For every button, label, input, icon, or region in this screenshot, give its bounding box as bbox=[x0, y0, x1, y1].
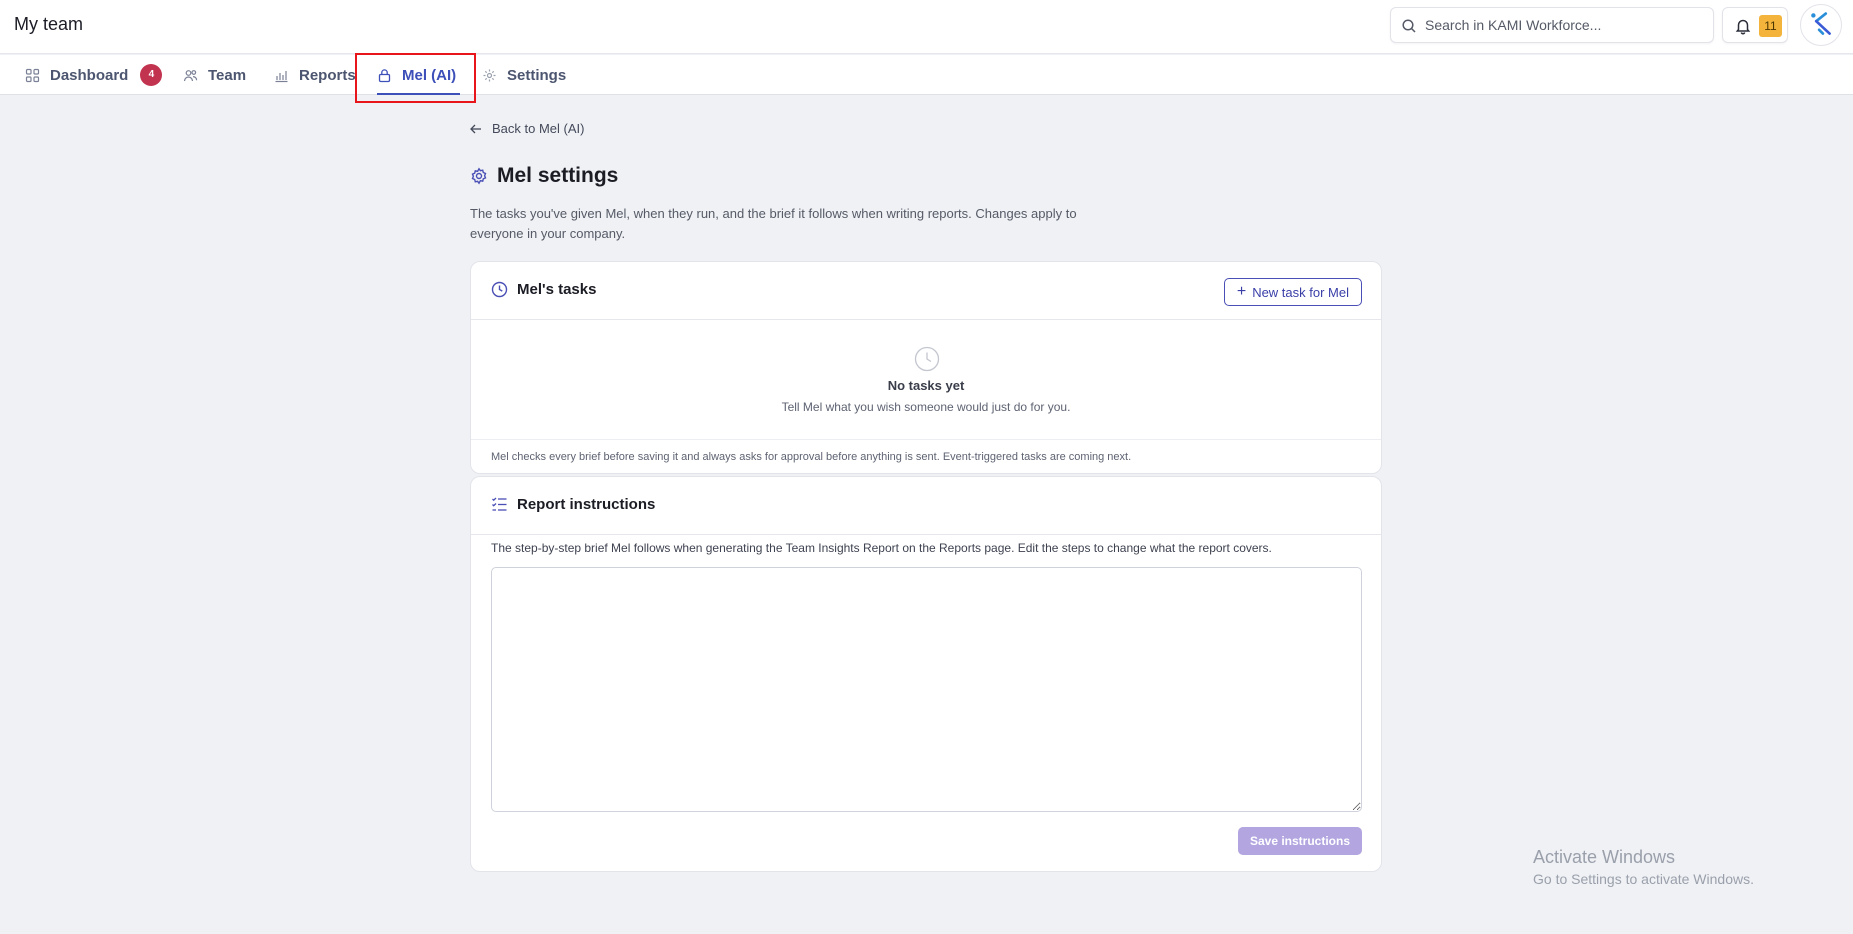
back-link-label: Back to Mel (AI) bbox=[492, 121, 585, 136]
instructions-card-title-text: Report instructions bbox=[517, 496, 656, 513]
dashboard-badge: 4 bbox=[140, 64, 163, 86]
tab-team[interactable]: Team bbox=[183, 55, 246, 95]
new-task-button-label: New task for Mel bbox=[1252, 284, 1349, 300]
page-title-text: Mel settings bbox=[497, 164, 619, 187]
empty-state-title: No tasks yet bbox=[887, 378, 965, 393]
page-title: Mel settings bbox=[470, 164, 618, 188]
save-instructions-button[interactable]: Save instructions bbox=[1237, 827, 1362, 855]
search-input[interactable] bbox=[1425, 14, 1705, 36]
tab-mel-ai-label: Mel (AI) bbox=[402, 66, 457, 84]
tasks-card-title: Mel's tasks bbox=[491, 281, 596, 298]
tasks-card-title-text: Mel's tasks bbox=[517, 281, 597, 298]
tasks-card-footer: Mel checks every brief before saving it … bbox=[471, 439, 1381, 474]
grid-icon bbox=[25, 68, 40, 82]
instructions-card-header: Report instructions bbox=[471, 477, 1381, 535]
instructions-card: Report instructions The step-by-step bri… bbox=[470, 476, 1382, 872]
tab-team-label: Team bbox=[208, 66, 247, 84]
tab-settings[interactable]: Settings bbox=[482, 55, 566, 95]
empty-clock-icon bbox=[914, 346, 940, 372]
nav-bar: Dashboard 4 Team Reports Mel (AI) Settin… bbox=[0, 55, 1853, 95]
top-bar: My team 11 bbox=[0, 0, 1853, 54]
notification-count: 11 bbox=[1759, 15, 1782, 37]
tab-reports[interactable]: Reports bbox=[274, 55, 356, 95]
tab-settings-label: Settings bbox=[507, 66, 567, 84]
tab-dashboard-label: Dashboard bbox=[50, 66, 129, 84]
page-heading: My team bbox=[14, 14, 84, 34]
chart-icon bbox=[275, 70, 288, 82]
checklist-icon bbox=[492, 497, 507, 511]
watermark-line1: Activate Windows bbox=[1533, 847, 1676, 867]
back-link[interactable]: Back to Mel (AI) bbox=[469, 121, 584, 136]
tab-dashboard[interactable]: Dashboard 4 bbox=[25, 55, 163, 95]
tasks-card: Mel's tasks + New task for Mel No tasks … bbox=[470, 261, 1382, 474]
gear-icon bbox=[483, 69, 496, 81]
tasks-footer-note: Mel checks every brief before saving it … bbox=[491, 451, 1132, 463]
clock-icon bbox=[491, 281, 508, 298]
bell-icon bbox=[1735, 19, 1751, 35]
tab-reports-label: Reports bbox=[299, 66, 356, 84]
tab-mel-ai[interactable]: Mel (AI) bbox=[377, 55, 461, 95]
search-icon bbox=[1402, 19, 1416, 33]
watermark-line2: Go to Settings to activate Windows. bbox=[1533, 871, 1754, 887]
kami-logo[interactable] bbox=[1800, 4, 1842, 46]
arrow-left-icon bbox=[470, 124, 481, 133]
kami-logo-icon bbox=[1811, 12, 1831, 35]
search-box[interactable] bbox=[1390, 7, 1714, 43]
windows-activation-watermark: Activate Windows Go to Settings to activ… bbox=[1533, 847, 1754, 887]
lock-icon bbox=[378, 68, 391, 82]
new-task-button[interactable]: + New task for Mel bbox=[1223, 278, 1362, 306]
instructions-description: The step-by-step brief Mel follows when … bbox=[491, 541, 1272, 555]
plus-icon: + bbox=[1236, 283, 1247, 300]
users-icon bbox=[183, 69, 198, 81]
instructions-textarea[interactable] bbox=[491, 567, 1362, 812]
page-description: The tasks you've given Mel, when they ru… bbox=[470, 206, 1077, 241]
instructions-card-title: Report instructions bbox=[491, 496, 655, 513]
empty-state-subtitle: Tell Mel what you wish someone would jus… bbox=[781, 400, 1071, 414]
settings-gear-icon bbox=[471, 167, 487, 185]
notifications-button[interactable]: 11 bbox=[1722, 7, 1788, 43]
tasks-card-header: Mel's tasks + New task for Mel bbox=[471, 262, 1381, 320]
